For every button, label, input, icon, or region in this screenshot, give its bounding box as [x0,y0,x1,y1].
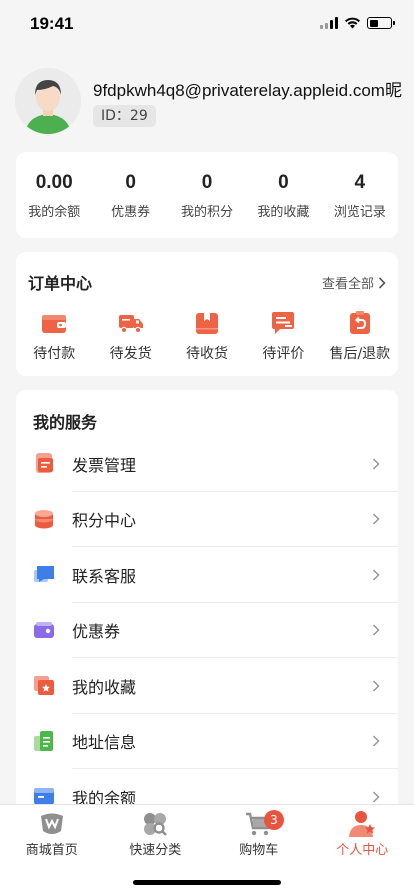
shop-home-icon [40,813,63,834]
service-item-favorites[interactable]: 我的收藏 [16,658,398,714]
service-item-address[interactable]: 地址信息 [16,714,398,769]
order-label: 待收货 [186,346,229,362]
order-label: 售后/退款 [329,346,391,362]
service-label: 积分中心 [72,511,137,531]
avatar-icon [15,68,81,134]
service-label: 联系客服 [72,566,137,586]
profile-header: 9fdpkwh4q8@privaterelay.appleid.com昵 ID：… [15,68,414,134]
avatar[interactable] [15,68,81,134]
wifi-icon [345,17,360,29]
signal-icon [320,17,338,29]
status-bar: 19:41 [0,0,414,50]
view-all-orders-link[interactable]: 查看全部 [322,273,386,292]
service-label: 地址信息 [72,733,137,753]
order-pending-review[interactable]: 待评价 [245,310,321,363]
status-icons [320,17,395,29]
service-item-invoice[interactable]: 发票管理 [16,436,398,492]
stat-value: 0 [125,172,136,193]
stat-value: 4 [354,172,366,193]
stat-balance[interactable]: 0.00 我的余额 [16,152,92,238]
chevron-right-icon [372,458,380,470]
category-icon [144,813,168,836]
invoice-icon [36,453,53,473]
stat-label: 浏览记录 [333,205,386,220]
my-services-card: 我的服务 发票管理 积分中心 联系客服 优惠券 我的收藏 地址信息 我的余额 [16,390,398,820]
package-icon [196,313,219,334]
service-item-customer-service[interactable]: 联系客服 [16,547,398,603]
view-all-label: 查看全部 [321,277,374,292]
order-pending-receipt[interactable]: 待收货 [169,310,245,363]
chevron-right-icon [378,276,386,289]
order-label: 待付款 [33,346,76,362]
chevron-right-icon [372,791,380,803]
id-value: 29 [129,108,148,124]
stat-history[interactable]: 4 浏览记录 [322,152,398,238]
service-label: 发票管理 [72,455,137,475]
order-pending-payment[interactable]: 待付款 [16,310,92,363]
chevron-right-icon [372,735,380,747]
stat-label: 我的余额 [28,205,81,220]
user-id-badge: ID：29 [93,105,156,127]
cart-count-badge: 3 [264,810,284,830]
order-label: 待发货 [109,346,152,362]
user-center-icon [349,811,376,837]
battery-icon [367,17,395,29]
chat-icon [34,566,54,582]
stat-label: 优惠券 [111,205,151,220]
stat-favorites[interactable]: 0 我的收藏 [245,152,321,238]
stat-coupons[interactable]: 0 优惠券 [92,152,168,238]
home-indicator [133,880,281,885]
service-label: 我的收藏 [72,677,137,697]
status-time: 19:41 [30,14,74,33]
tab-label: 购物车 [239,843,279,858]
chevron-right-icon [372,513,380,525]
coupon-icon [34,621,54,638]
comment-icon [272,312,295,334]
order-pending-shipment[interactable]: 待发货 [92,310,168,363]
order-label: 待评价 [262,346,305,362]
stat-value: 0.00 [35,172,73,193]
order-after-sales[interactable]: 售后/退款 [322,310,398,363]
tab-shop-home[interactable]: 商城首页 [0,805,104,858]
wallet-icon [42,315,67,333]
chevron-right-icon [372,680,380,692]
service-label: 优惠券 [72,622,121,642]
chevron-right-icon [372,569,380,581]
return-icon [349,311,370,334]
stat-value: 0 [278,172,289,193]
service-item-coupons[interactable]: 优惠券 [16,603,398,658]
stat-label: 我的收藏 [257,205,310,220]
service-item-points-center[interactable]: 积分中心 [16,492,398,547]
truck-icon [118,315,143,334]
tab-shopping-cart[interactable]: 3 购物车 [207,805,311,858]
chevron-right-icon [372,624,380,636]
tab-personal-center[interactable]: 个人中心 [311,805,414,858]
id-label: ID： [101,108,130,124]
service-list: 发票管理 积分中心 联系客服 优惠券 我的收藏 地址信息 我的余额 [16,436,398,825]
my-services-title: 我的服务 [33,413,98,432]
favorite-icon [34,676,54,695]
user-email: 9fdpkwh4q8@privaterelay.appleid.com昵 [93,81,402,100]
address-icon [34,730,53,751]
tab-quick-category[interactable]: 快速分类 [104,805,208,858]
stat-label: 我的积分 [181,205,234,220]
order-center-card: 订单中心 查看全部 待付款 待发货 待收货 待评价 售后/退款 [16,252,398,376]
order-center-title: 订单中心 [28,274,93,293]
tab-label: 个人中心 [336,843,389,858]
coins-icon [35,509,53,528]
stat-value: 0 [201,172,213,193]
stats-card: 0.00 我的余额 0 优惠券 0 我的积分 0 我的收藏 4 浏览记录 [16,152,398,238]
tab-label: 快速分类 [129,843,182,858]
stat-points[interactable]: 0 我的积分 [169,152,245,238]
tab-label: 商城首页 [25,843,78,858]
